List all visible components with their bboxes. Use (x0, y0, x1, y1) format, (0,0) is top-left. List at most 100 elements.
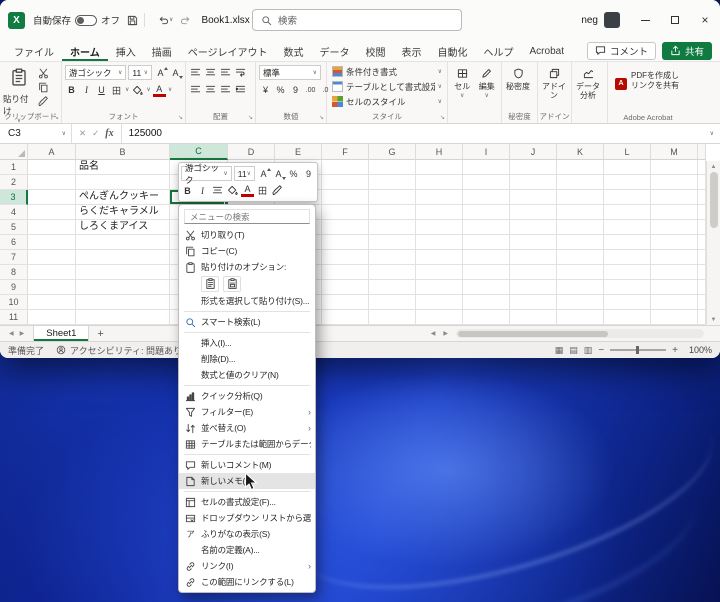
row-header-5[interactable]: 5 (0, 220, 28, 235)
cell-B11[interactable] (76, 310, 170, 325)
cell-F3[interactable] (322, 190, 369, 205)
undo-icon[interactable] (158, 15, 169, 26)
context-menu-item[interactable]: ドロップダウン リストから選択(K)... (179, 510, 315, 526)
zoom-out-button[interactable]: − (598, 345, 604, 356)
workbook-title[interactable]: Book1.xlsx ∨ (201, 15, 258, 26)
cell-B3[interactable]: ぺんぎんクッキー (76, 190, 170, 205)
align-bottom-button[interactable] (219, 65, 232, 79)
scroll-right-icon[interactable]: ▶ (440, 330, 451, 337)
cell-F6[interactable] (322, 235, 369, 250)
align-right-button[interactable] (219, 82, 232, 96)
cell-J11[interactable] (510, 310, 557, 325)
cell-M6[interactable] (651, 235, 698, 250)
italic-button[interactable]: I (196, 184, 209, 198)
dialog-launcher-icon[interactable]: ↘ (178, 114, 183, 121)
row-header-1[interactable]: 1 (0, 160, 28, 175)
cell-J4[interactable] (510, 205, 557, 220)
cell-H2[interactable] (416, 175, 463, 190)
align-top-button[interactable] (189, 65, 202, 79)
ribbon-tab[interactable]: データ (312, 40, 358, 61)
cell-K4[interactable] (557, 205, 604, 220)
confirm-entry-icon[interactable]: ✓ (92, 128, 99, 139)
cell-L1[interactable] (604, 160, 651, 175)
fill-color-button[interactable] (226, 184, 239, 198)
cell-J5[interactable] (510, 220, 557, 235)
mini-font-size-select[interactable]: 11∨ (234, 166, 255, 181)
cell-K6[interactable] (557, 235, 604, 250)
cell-L3[interactable] (604, 190, 651, 205)
format-as-table-button[interactable]: テーブルとして書式設定∨ (330, 80, 444, 93)
normal-view-button[interactable]: ▦ (555, 345, 564, 356)
column-header-B[interactable]: B (76, 144, 170, 160)
cut-button[interactable] (38, 68, 49, 79)
cell-A3[interactable] (28, 190, 76, 205)
page-break-view-button[interactable]: ▥ (584, 345, 593, 356)
cell-J10[interactable] (510, 295, 557, 310)
row-header-11[interactable]: 11 (0, 310, 28, 325)
cell-I7[interactable] (463, 250, 510, 265)
cell-M9[interactable] (651, 280, 698, 295)
format-painter-button[interactable] (38, 96, 49, 107)
cell-J1[interactable] (510, 160, 557, 175)
context-menu-item[interactable]: 切り取り(T) (179, 227, 315, 243)
cell-L2[interactable] (604, 175, 651, 190)
cell-L4[interactable] (604, 205, 651, 220)
create-pdf-button[interactable]: A PDFを作成し リンクを共有 (611, 65, 685, 91)
bold-button[interactable]: B (65, 83, 78, 97)
cell-H3[interactable] (416, 190, 463, 205)
cell-A9[interactable] (28, 280, 76, 295)
cell-A6[interactable] (28, 235, 76, 250)
name-box[interactable]: C3 ∨ (0, 124, 72, 143)
cell-styles-button[interactable]: セルのスタイル∨ (330, 95, 444, 108)
user-name[interactable]: neg (581, 15, 598, 26)
select-all-corner[interactable] (0, 144, 28, 160)
column-header-L[interactable]: L (604, 144, 651, 160)
cell-G6[interactable] (369, 235, 416, 250)
autosave-control[interactable]: 自動保存 オフ (33, 13, 120, 27)
italic-button[interactable]: I (80, 83, 93, 97)
cell-G2[interactable] (369, 175, 416, 190)
column-header-D[interactable]: D (228, 144, 275, 160)
search-box[interactable]: 検索 (252, 9, 462, 31)
cell-H10[interactable] (416, 295, 463, 310)
cell-I5[interactable] (463, 220, 510, 235)
context-menu-item[interactable]: クイック分析(Q) (179, 388, 315, 404)
dialog-launcher-icon[interactable]: ↘ (440, 114, 445, 121)
cell-B7[interactable] (76, 250, 170, 265)
row-header-2[interactable]: 2 (0, 175, 28, 190)
cell-G4[interactable] (369, 205, 416, 220)
cell-J9[interactable] (510, 280, 557, 295)
cell-A7[interactable] (28, 250, 76, 265)
context-menu-item[interactable]: 挿入(I)... (179, 335, 315, 351)
cell-I3[interactable] (463, 190, 510, 205)
column-header-C[interactable]: C (170, 144, 228, 160)
cell-L9[interactable] (604, 280, 651, 295)
align-center-button[interactable] (211, 184, 224, 198)
cell-K11[interactable] (557, 310, 604, 325)
minimize-button[interactable] (630, 0, 660, 40)
page-layout-view-button[interactable]: ▤ (569, 345, 578, 356)
ribbon-tab[interactable]: 校閲 (358, 40, 394, 61)
cell-K2[interactable] (557, 175, 604, 190)
cell-B9[interactable] (76, 280, 170, 295)
cell-I2[interactable] (463, 175, 510, 190)
cell-M11[interactable] (651, 310, 698, 325)
column-header-K[interactable]: K (557, 144, 604, 160)
context-menu-item[interactable]: セルの書式設定(F)... (179, 494, 315, 510)
cell-H6[interactable] (416, 235, 463, 250)
context-menu-item[interactable]: 数式と値のクリア(N) (179, 367, 315, 383)
zoom-slider[interactable] (610, 349, 666, 351)
cell-L11[interactable] (604, 310, 651, 325)
paste-keep-button[interactable] (201, 276, 219, 292)
cell-L10[interactable] (604, 295, 651, 310)
comma-style-button[interactable]: 9 (302, 167, 315, 181)
ribbon-tab[interactable]: 表示 (394, 40, 430, 61)
ribbon-tab[interactable]: ヘルプ (476, 40, 522, 61)
cell-G3[interactable] (369, 190, 416, 205)
cell-I4[interactable] (463, 205, 510, 220)
column-header-H[interactable]: H (416, 144, 463, 160)
context-menu-item[interactable]: 形式を選択して貼り付け(S)... (179, 293, 315, 309)
cell-H7[interactable] (416, 250, 463, 265)
context-menu-item[interactable]: リンク(I)› (179, 558, 315, 574)
cell-F9[interactable] (322, 280, 369, 295)
